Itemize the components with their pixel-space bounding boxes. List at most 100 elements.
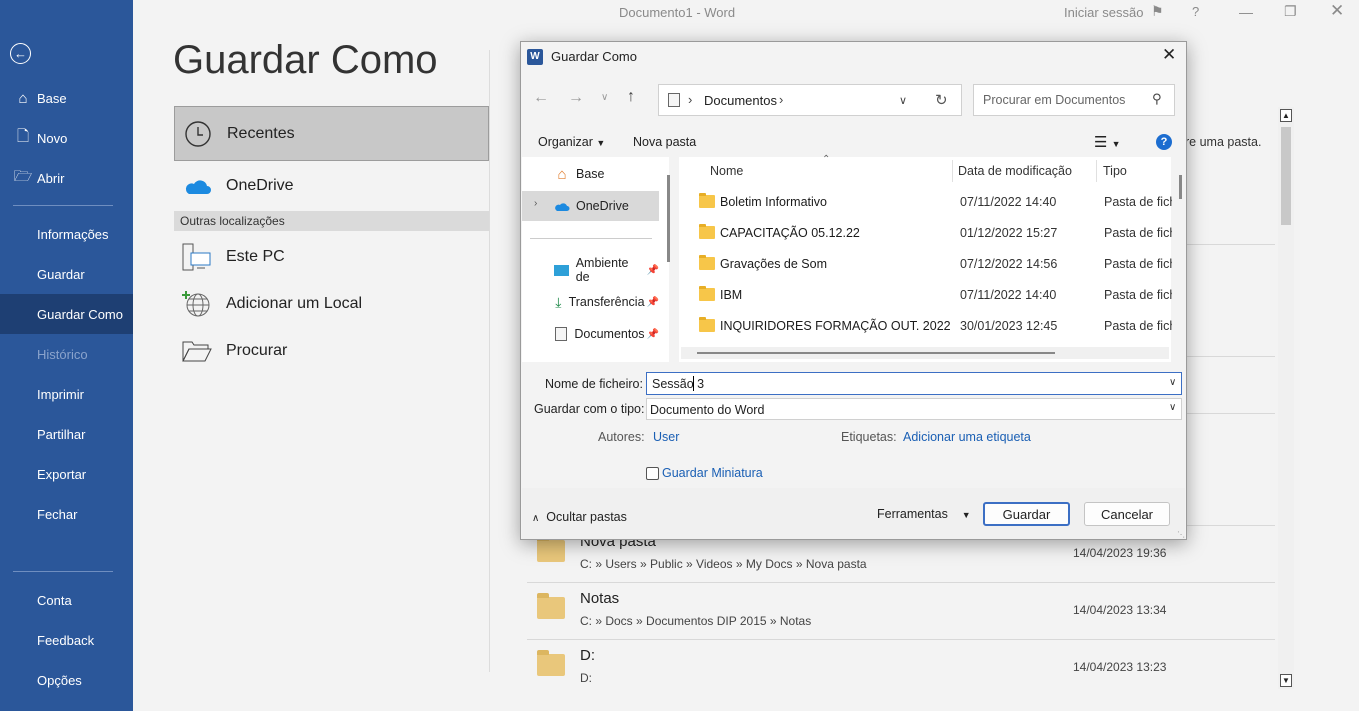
column-name[interactable]: Nome <box>710 164 743 178</box>
divider <box>13 571 113 572</box>
new-folder-button[interactable]: Nova pasta <box>633 135 696 149</box>
scroll-thumb[interactable] <box>697 352 1055 354</box>
scroll-up-icon[interactable]: ▲ <box>1280 109 1292 122</box>
scroll-down-icon[interactable]: ▼ <box>1280 674 1292 687</box>
nav-exportar[interactable]: Exportar <box>0 454 133 494</box>
back-arrow-icon[interactable]: ← <box>533 89 549 107</box>
nav-feedback[interactable]: Feedback <box>0 620 133 660</box>
cloud-icon <box>182 171 212 201</box>
thumbnail-checkbox[interactable] <box>646 467 659 480</box>
column-type[interactable]: Tipo <box>1103 164 1127 178</box>
up-arrow-icon[interactable]: ↑ <box>627 88 635 106</box>
thumbnail-label[interactable]: Guardar Miniatura <box>662 466 763 480</box>
computer-icon <box>182 242 212 272</box>
divider <box>13 205 113 206</box>
documents-icon <box>668 93 680 107</box>
hide-folders-toggle[interactable]: ∧ Ocultar pastas <box>532 510 627 524</box>
recent-locations-icon[interactable]: ∨ <box>601 92 608 103</box>
nav-abrir[interactable]: 🗁 Abrir <box>0 158 133 198</box>
expand-chevron-icon[interactable]: › <box>534 198 537 209</box>
nav-base[interactable]: ⌂ Base <box>0 78 133 118</box>
forward-arrow-icon[interactable]: → <box>568 89 584 107</box>
nav-label: Opções <box>37 672 82 688</box>
scroll-thumb[interactable] <box>667 175 670 262</box>
authors-value[interactable]: User <box>653 430 679 444</box>
nav-fechar[interactable]: Fechar <box>0 494 133 534</box>
nav-downloads-item[interactable]: ⤓ Transferência 📌 <box>522 287 659 317</box>
scroll-thumb[interactable] <box>1179 175 1182 199</box>
file-row[interactable]: IBM 07/11/2022 14:40 Pasta de fich <box>679 280 1172 311</box>
coauthor-icon[interactable]: ⚑ <box>1151 3 1164 20</box>
scrollbar[interactable]: ▲ ▼ <box>1278 107 1294 689</box>
type-label: Guardar com o tipo: <box>534 402 645 416</box>
pin-icon: 📌 <box>646 264 659 276</box>
navigation-pane: ⌂ Base › OneDrive Ambiente de 📌 ⤓ Transferên… <box>522 157 670 362</box>
nav-imprimir[interactable]: Imprimir <box>0 374 133 414</box>
nav-opcoes[interactable]: Opções <box>0 660 133 700</box>
save-as-dialog: W Guardar Como ✕ ← → ∨ ↑ › Documentos › … <box>520 41 1187 540</box>
dialog-close-icon[interactable]: ✕ <box>1162 45 1176 65</box>
back-icon[interactable]: ← <box>10 43 31 64</box>
file-row[interactable]: INQUIRIDORES FORMAÇÃO OUT. 2022 30/01/202… <box>679 311 1172 342</box>
nav-informacoes[interactable]: Informações <box>0 214 133 254</box>
location-recent[interactable]: Recentes <box>174 106 489 161</box>
nav-label: Informações <box>37 226 109 242</box>
save-button[interactable]: Guardar <box>983 502 1070 526</box>
address-bar[interactable]: › Documentos › ∨ ↻ <box>658 84 962 116</box>
nav-documents-item[interactable]: Documentos 📌 <box>522 319 659 349</box>
help-button[interactable]: ? <box>1192 4 1199 19</box>
location-add-place[interactable]: Adicionar um Local <box>174 281 489 327</box>
sign-in-link[interactable]: Iniciar sessão <box>1064 5 1143 20</box>
location-browse[interactable]: Procurar <box>174 328 489 374</box>
location-this-pc[interactable]: Este PC <box>174 234 489 280</box>
close-icon[interactable]: ✕ <box>1330 1 1344 21</box>
nav-desktop-item[interactable]: Ambiente de 📌 <box>522 255 659 285</box>
cancel-button[interactable]: Cancelar <box>1084 502 1170 526</box>
view-options-icon[interactable]: ☰ ▼ <box>1094 133 1121 151</box>
help-icon[interactable]: ? <box>1156 134 1172 150</box>
search-box[interactable]: Procurar em Documentos ⚲ <box>973 84 1175 116</box>
horizontal-scrollbar[interactable] <box>681 347 1169 359</box>
tools-menu[interactable]: Ferramentas ▼ <box>877 507 971 521</box>
nav-guardar[interactable]: Guardar <box>0 254 133 294</box>
chevron-right-icon: › <box>688 92 693 107</box>
chevron-down-icon[interactable]: ∨ <box>1169 377 1176 388</box>
recent-folder-row[interactable]: D: D: 14/04/2023 13:23 <box>527 640 1275 697</box>
resize-grip-icon[interactable]: ⋱ <box>1177 530 1185 539</box>
file-list: Nome ⌃ Data de modificação Tipo Boletim … <box>679 154 1182 362</box>
filename-input[interactable]: Sessão 3 ∨ <box>646 372 1182 395</box>
folder-date: 14/04/2023 13:34 <box>1073 603 1167 617</box>
filename-value: Sessão 3 <box>652 377 705 391</box>
nav-partilhar[interactable]: Partilhar <box>0 414 133 454</box>
organize-menu[interactable]: Organizar ▼ <box>538 135 605 149</box>
nav-guardar-como[interactable]: Guardar Como <box>0 294 133 334</box>
file-row[interactable]: Boletim Informativo 07/11/2022 14:40 Pasta… <box>679 187 1172 218</box>
nav-novo[interactable]: 🗋 Novo <box>0 118 133 158</box>
hide-folders-label: Ocultar pastas <box>546 510 627 524</box>
file-type: Pasta de fich <box>1104 257 1172 271</box>
divider <box>489 50 490 672</box>
location-label: Adicionar um Local <box>226 295 363 312</box>
file-name: IBM <box>720 288 743 302</box>
nav-label: Exportar <box>37 466 87 482</box>
breadcrumb[interactable]: Documentos <box>704 93 777 108</box>
location-onedrive[interactable]: OneDrive <box>174 163 489 209</box>
refresh-icon[interactable]: ↻ <box>935 91 948 109</box>
folder-icon <box>699 193 715 208</box>
file-row[interactable]: Gravações de Som 07/12/2022 14:56 Pasta de… <box>679 249 1172 280</box>
minimize-icon[interactable]: — <box>1239 4 1253 20</box>
hint-text: re uma pasta. <box>1185 135 1262 149</box>
add-tag-link[interactable]: Adicionar uma etiqueta <box>903 430 1031 444</box>
nav-base-item[interactable]: ⌂ Base <box>522 159 659 189</box>
folder-name: Notas <box>580 590 620 607</box>
file-row[interactable]: CAPACITAÇÃO 05.12.22 01/12/2022 15:27 Past… <box>679 218 1172 249</box>
recent-folder-row[interactable]: Notas C: » Docs » Documentos DIP 2015 » … <box>527 583 1275 640</box>
column-date[interactable]: Data de modificação <box>958 164 1072 178</box>
nav-conta[interactable]: Conta <box>0 580 133 620</box>
file-name: CAPACITAÇÃO 05.12.22 <box>720 226 860 240</box>
nav-onedrive-item[interactable]: › OneDrive <box>522 191 659 221</box>
type-select[interactable]: Documento do Word ∨ <box>646 398 1182 420</box>
scroll-thumb[interactable] <box>1281 127 1291 225</box>
chevron-down-icon[interactable]: ∨ <box>899 94 907 107</box>
restore-icon[interactable]: ❐ <box>1284 3 1297 20</box>
